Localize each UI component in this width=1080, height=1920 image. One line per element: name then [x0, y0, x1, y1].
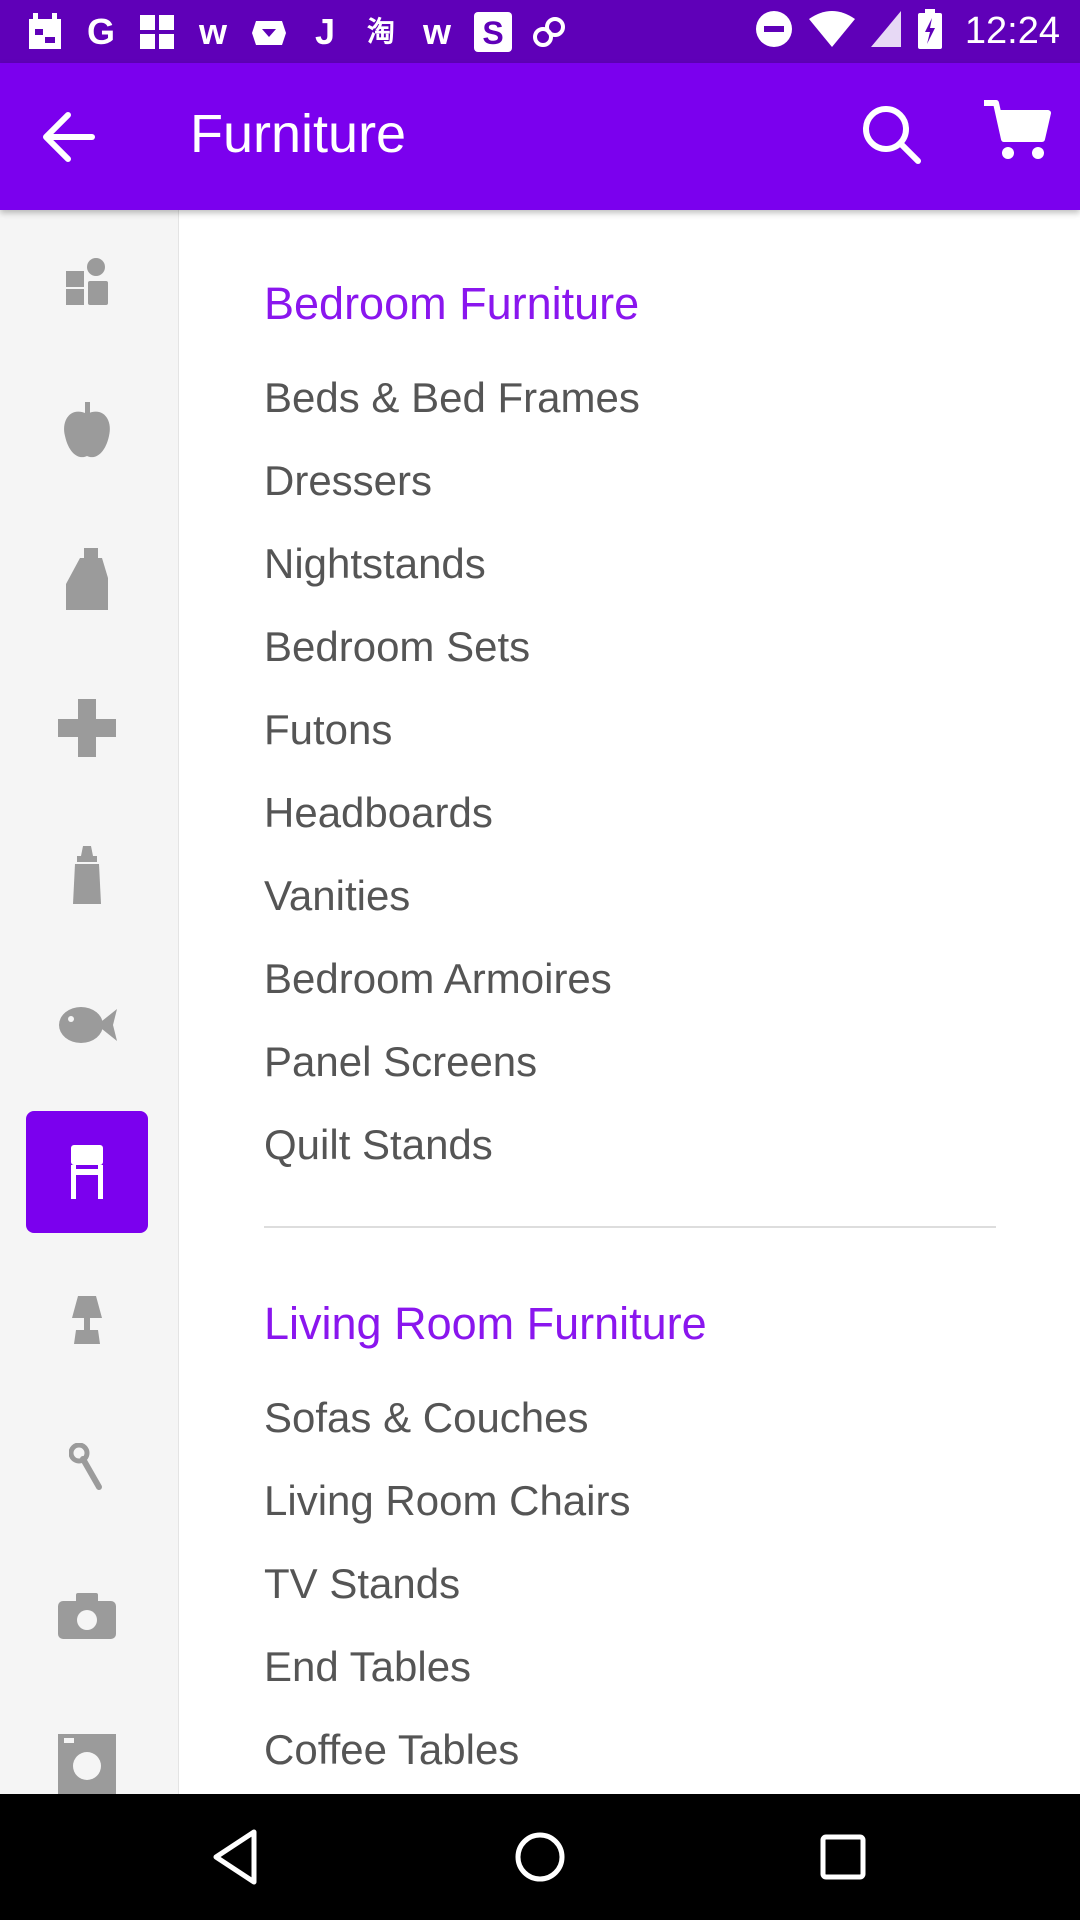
back-nav-icon [213, 1829, 257, 1885]
j-icon: J [314, 10, 336, 52]
sidebar-item-household[interactable] [26, 519, 148, 641]
do-not-disturb-icon [755, 10, 793, 53]
s-icon: S [474, 11, 512, 52]
notification-icons: G w J 淘 w S [26, 8, 568, 55]
system-icons: 12:24 [755, 8, 1060, 55]
signal-icon [870, 11, 901, 52]
list-item[interactable]: Bedroom Sets [264, 623, 530, 671]
status-bar: G w J 淘 w S 12:24 [0, 0, 1080, 63]
recents-nav-icon [820, 1834, 866, 1880]
cart-icon [984, 100, 1051, 159]
list-item[interactable]: Beds & Bed Frames [264, 374, 640, 422]
lamp-icon [72, 1296, 102, 1344]
home-nav-icon [515, 1832, 565, 1882]
cart-button[interactable] [982, 99, 1052, 163]
washer-icon [58, 1734, 116, 1794]
list-item[interactable]: Sofas & Couches [264, 1394, 589, 1442]
sidebar-item-pets[interactable] [26, 963, 148, 1085]
nav-home-button[interactable] [505, 1824, 575, 1890]
chair-icon [71, 1145, 103, 1199]
list-item[interactable]: Quilt Stands [264, 1121, 493, 1169]
sidebar-item-electronics[interactable] [26, 1555, 148, 1677]
category-content: Bedroom Furniture Beds & Bed Frames Dres… [178, 210, 1080, 1794]
sidebar-item-tools[interactable] [26, 1407, 148, 1529]
list-item[interactable]: Coffee Tables [264, 1726, 519, 1774]
taobao-icon: 淘 [366, 15, 395, 47]
list-item[interactable]: TV Stands [264, 1560, 460, 1608]
search-button[interactable] [858, 101, 924, 167]
sidebar-item-baby[interactable] [26, 815, 148, 937]
list-item[interactable]: Futons [264, 706, 392, 754]
arrow-back-icon [43, 112, 95, 162]
search-icon [863, 106, 921, 164]
sidebar-item-lighting[interactable] [26, 1259, 148, 1381]
list-item[interactable]: Dressers [264, 457, 432, 505]
list-item[interactable]: Nightstands [264, 540, 486, 588]
sidebar-item-toys[interactable] [26, 221, 148, 343]
sidebar-item-appliances[interactable] [26, 1703, 148, 1794]
section-heading[interactable]: Living Room Furniture [264, 1298, 707, 1350]
nav-back-button[interactable] [202, 1824, 272, 1890]
list-item[interactable]: Panel Screens [264, 1038, 537, 1086]
category-sidebar [0, 210, 179, 1794]
link-icon [530, 12, 568, 52]
google-icon: G [86, 10, 115, 52]
apple-icon [64, 402, 110, 458]
sidebar-item-health[interactable] [26, 667, 148, 789]
box-icon [250, 12, 288, 52]
battery-icon [917, 9, 943, 54]
app-bar: Furniture [0, 63, 1080, 210]
section-heading[interactable]: Bedroom Furniture [264, 278, 639, 330]
calendar-icon [26, 12, 64, 52]
detergent-icon [66, 548, 108, 610]
w-icon: w [198, 10, 227, 52]
sidebar-item-furniture[interactable] [26, 1111, 148, 1233]
list-item[interactable]: Living Room Chairs [264, 1477, 630, 1525]
list-item[interactable]: End Tables [264, 1643, 471, 1691]
sidebar-item-grocery[interactable] [26, 371, 148, 493]
page-title: Furniture [190, 104, 407, 164]
section-divider [264, 1226, 996, 1228]
list-item[interactable]: Bedroom Armoires [264, 955, 612, 1003]
wrench-icon [69, 1443, 102, 1490]
baby-bottle-icon [73, 846, 101, 904]
w-icon: w [422, 10, 451, 52]
nav-recents-button[interactable] [808, 1824, 878, 1890]
svg-text:S: S [482, 15, 503, 51]
camera-icon [58, 1593, 116, 1639]
grid-icon [138, 12, 176, 52]
back-button[interactable] [40, 109, 100, 165]
plus-cross-icon [58, 699, 116, 757]
toys-icon [66, 258, 108, 305]
clock: 12:24 [964, 10, 1060, 52]
wifi-icon [808, 11, 855, 52]
system-nav-bar [0, 1794, 1080, 1920]
fish-icon [59, 1007, 117, 1043]
list-item[interactable]: Headboards [264, 789, 493, 837]
list-item[interactable]: Vanities [264, 872, 410, 920]
